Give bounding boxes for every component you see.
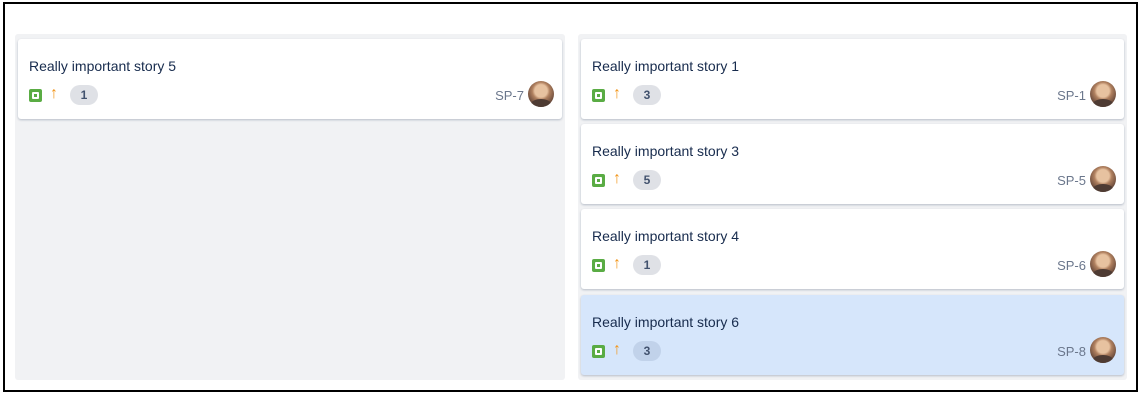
issue-card[interactable]: Really important story 4 ↑ 1 SP-6	[581, 209, 1124, 289]
issue-card[interactable]: Really important story 1 ↑ 3 SP-1	[581, 39, 1124, 119]
board-column-1: Really important story 5 ↑ 1 SP-7	[15, 34, 565, 380]
avatar[interactable]	[1090, 166, 1116, 192]
avatar[interactable]	[1090, 337, 1116, 363]
avatar[interactable]	[1090, 251, 1116, 277]
avatar[interactable]	[528, 81, 554, 107]
avatar[interactable]	[1090, 81, 1116, 107]
story-points-badge: 1	[633, 255, 661, 275]
story-icon	[592, 89, 605, 102]
story-icon	[29, 89, 42, 102]
issue-card[interactable]: Really important story 5 ↑ 1 SP-7	[18, 39, 562, 119]
issue-key[interactable]: SP-1	[1057, 88, 1086, 103]
issue-title: Really important story 5	[29, 58, 177, 74]
story-points-badge: 3	[633, 341, 661, 361]
arrow-up-icon: ↑	[613, 255, 621, 272]
issue-key[interactable]: SP-5	[1057, 173, 1086, 188]
issue-key[interactable]: SP-8	[1057, 344, 1086, 359]
story-icon	[592, 174, 605, 187]
arrow-up-icon: ↑	[613, 341, 621, 358]
arrow-up-icon: ↑	[613, 85, 621, 102]
issue-key[interactable]: SP-7	[495, 88, 524, 103]
story-points-badge: 3	[633, 85, 661, 105]
issue-card-selected[interactable]: Really important story 6 ↑ 3 SP-8	[581, 295, 1124, 375]
issue-card[interactable]: Really important story 3 ↑ 5 SP-5	[581, 124, 1124, 204]
issue-key[interactable]: SP-6	[1057, 258, 1086, 273]
issue-title: Really important story 1	[592, 58, 740, 74]
board-frame: Really important story 5 ↑ 1 SP-7 Really…	[3, 2, 1138, 392]
story-points-badge: 5	[633, 170, 661, 190]
arrow-up-icon: ↑	[613, 170, 621, 187]
story-icon	[592, 259, 605, 272]
issue-title: Really important story 6	[592, 314, 740, 330]
issue-title: Really important story 3	[592, 143, 740, 159]
arrow-up-icon: ↑	[50, 85, 58, 102]
board-column-2: Really important story 1 ↑ 3 SP-1 Really…	[578, 34, 1127, 380]
story-icon	[592, 345, 605, 358]
story-points-badge: 1	[70, 85, 98, 105]
issue-title: Really important story 4	[592, 228, 740, 244]
